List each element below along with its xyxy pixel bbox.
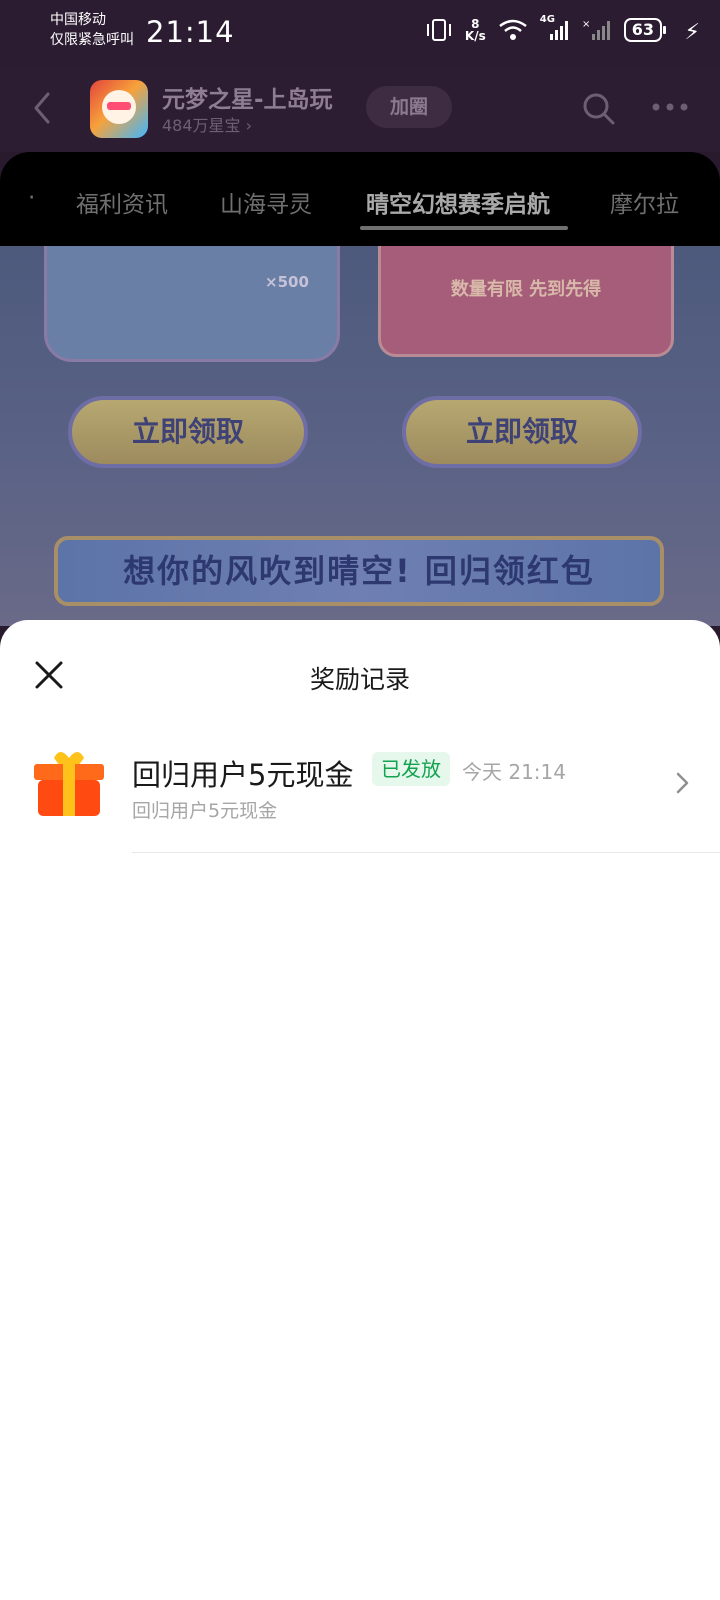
tab-mole[interactable]: 摩尔拉 (610, 185, 679, 219)
list-divider (132, 852, 720, 853)
search-icon[interactable] (580, 90, 616, 126)
emergency-only-label: 仅限紧急呼叫 (50, 32, 134, 48)
status-time: 21:14 (146, 15, 235, 49)
active-tab-indicator (360, 226, 568, 230)
tab-season-launch[interactable]: 晴空幻想赛季启航 (366, 185, 550, 219)
mascot-glasses (107, 102, 131, 110)
claim-button-right[interactable]: 立即领取 (402, 396, 642, 468)
tab-welfare-news[interactable]: 福利资讯 (76, 185, 168, 219)
signal-strength-icon (549, 21, 568, 40)
claim-button-left[interactable]: 立即领取 (68, 396, 308, 468)
channel-tabs: · 福利资讯 山海寻灵 晴空幻想赛季启航 摩尔拉 (0, 152, 720, 246)
record-subtitle: 回归用户5元现金 (132, 800, 278, 822)
reward-card-right: 数量有限 先到先得 (378, 246, 674, 357)
battery-cap (663, 26, 666, 34)
event-banner: ×500 数量有限 先到先得 立即领取 立即领取 想你的风吹到晴空! 回归领红包 (0, 246, 720, 626)
net-speed: 8 K/s (465, 18, 486, 42)
status-bar: 中国移动 仅限紧急呼叫 21:14 8 K/s 4G × 63 ⚡ (0, 0, 720, 66)
charging-icon: ⚡ (684, 20, 700, 45)
chevron-right-icon: › (245, 116, 253, 135)
member-count[interactable]: 484万星宝 › (162, 112, 252, 136)
battery-level: 63 (623, 18, 662, 42)
reward-count: ×500 (265, 273, 309, 291)
net-speed-unit: K/s (464, 29, 486, 43)
record-time: 今天 21:14 (462, 760, 566, 784)
no-signal-icon: × (582, 19, 610, 40)
sheet-title: 奖励记录 (309, 665, 410, 694)
status-badge: 已发放 (372, 752, 450, 786)
chevron-right-icon (676, 772, 689, 794)
member-count-text: 484万星宝 (162, 116, 241, 135)
svg-text:×: × (582, 19, 590, 30)
reward-record-sheet: 奖励记录 回归用户5元现金 已发放 今天 21:14 回归用户5元现金 (0, 620, 720, 1600)
carrier-info: 中国移动 仅限紧急呼叫 (50, 10, 134, 50)
tab-overflow-dot: · (28, 185, 36, 211)
vibrate-icon (426, 19, 451, 41)
gift-icon (34, 752, 104, 816)
wifi-icon (498, 19, 527, 40)
reward-record-item[interactable]: 回归用户5元现金 已发放 今天 21:14 回归用户5元现金 (0, 730, 720, 840)
carrier-name: 中国移动 (50, 12, 106, 28)
circle-title[interactable]: 元梦之星-上岛玩 (162, 80, 333, 114)
battery-indicator: 63 (623, 18, 666, 42)
return-redpacket-ribbon: 想你的风吹到晴空! 回归领红包 (54, 536, 664, 606)
join-circle-button[interactable]: 加圈 (366, 86, 452, 128)
reward-hint: 数量有限 先到先得 (450, 279, 602, 300)
tab-shanhai[interactable]: 山海寻灵 (220, 185, 312, 219)
circle-header: 元梦之星-上岛玩 484万星宝 › 加圈 (0, 66, 720, 152)
record-title: 回归用户5元现金 (132, 758, 354, 792)
app-avatar[interactable] (90, 80, 148, 138)
reward-card-left: ×500 (44, 246, 340, 362)
status-icons: 8 K/s 4G × 63 (425, 14, 666, 42)
signal-4g: 4G (540, 14, 570, 42)
more-horizontal-icon[interactable] (650, 92, 690, 122)
back-button[interactable] (28, 88, 58, 128)
